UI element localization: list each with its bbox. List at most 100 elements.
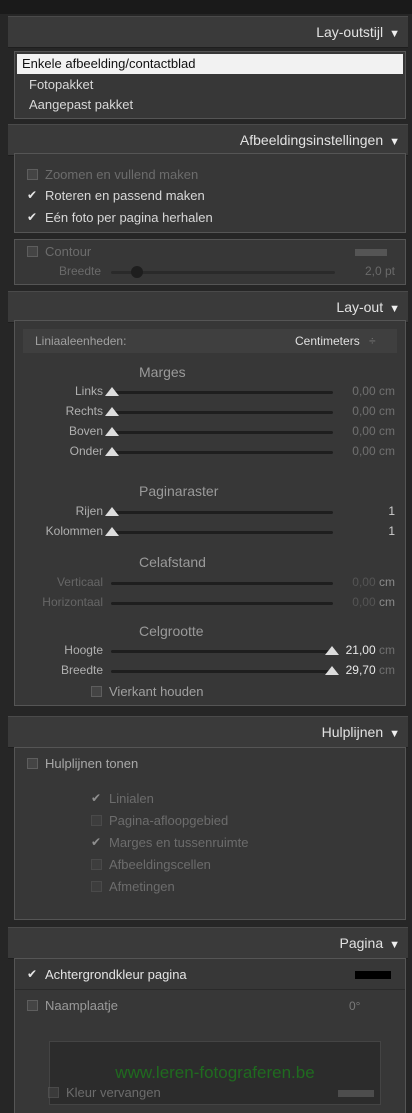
size-title: Celgrootte [139, 623, 204, 639]
spacing-horizontaal-slider[interactable] [111, 602, 333, 605]
guides-panel: Hulplijnen tonen Linialen Pagina-afloopg… [14, 747, 406, 920]
grid-rijen-slider-thumb[interactable] [105, 507, 119, 516]
layout-style-header[interactable]: Lay-outstijl ▼ [8, 16, 408, 48]
checkmark-icon[interactable] [91, 788, 102, 808]
guide-rulers-checkbox[interactable]: Linialen [91, 788, 154, 809]
spacing-verticaal-slider[interactable] [111, 582, 333, 585]
margin-boven-label: Boven [68, 424, 103, 438]
margin-links-slider-thumb[interactable] [105, 387, 119, 396]
identity-plate-checkbox[interactable]: Naamplaatje [27, 996, 118, 1016]
top-strip [0, 0, 412, 14]
layout-title: Lay-out [336, 299, 384, 315]
grid-kolommen-label: Kolommen [45, 524, 103, 538]
margin-boven-slider-thumb[interactable] [105, 427, 119, 436]
ruler-units-select[interactable]: Centimeters ÷ [295, 331, 376, 351]
layout-style-title: Lay-outstijl [316, 24, 384, 40]
checkmark-icon[interactable] [27, 964, 38, 984]
guide-dimensions-checkbox[interactable]: Afmetingen [91, 877, 175, 897]
identity-plate-text: www.leren-fotograferen.be [115, 1063, 315, 1082]
image-settings-title: Afbeeldingsinstellingen [239, 132, 384, 148]
size-hoogte-value[interactable]: 21,00 cm [337, 643, 395, 657]
checkmark-icon[interactable] [91, 832, 102, 852]
stroke-width-thumb[interactable] [131, 266, 143, 278]
checkmark-icon[interactable] [27, 207, 38, 227]
margin-rechts-slider[interactable] [111, 411, 333, 414]
spacing-title: Celafstand [139, 554, 206, 570]
background-color-checkbox[interactable]: Achtergrondkleur pagina [27, 964, 187, 985]
stroke-width-slider[interactable] [111, 271, 335, 274]
guides-header[interactable]: Hulplijnen ▼ [8, 716, 408, 748]
guide-margins-checkbox[interactable]: Marges en tussenruimte [91, 832, 248, 853]
checkmark-icon[interactable] [27, 185, 38, 205]
grid-rijen-value[interactable]: 1 [337, 504, 395, 518]
stroke-panel: Contour Breedte 2,0 pt [14, 239, 406, 285]
checkbox-icon[interactable] [91, 881, 102, 892]
margin-rechts-value[interactable]: 0,00 cm [337, 404, 395, 418]
collapse-triangle-icon[interactable]: ▼ [389, 19, 400, 49]
divider [15, 989, 405, 990]
layout-header[interactable]: Lay-out ▼ [8, 291, 408, 323]
guide-image-cells-checkbox[interactable]: Afbeeldingscellen [91, 855, 211, 875]
rotate-to-fit-checkbox[interactable]: Roteren en passend maken [27, 185, 205, 206]
checkbox-icon[interactable] [27, 246, 38, 257]
stroke-width-value: 2,0 pt [364, 264, 395, 278]
size-breedte-value[interactable]: 29,70 cm [337, 663, 395, 677]
margin-boven-slider[interactable] [111, 431, 333, 434]
image-settings-panel: Zoomen en vullend maken Roteren en passe… [14, 153, 406, 233]
grid-kolommen-value[interactable]: 1 [337, 524, 395, 538]
spacing-verticaal-value[interactable]: 0,00 cm [337, 575, 395, 589]
margin-links-label: Links [74, 384, 103, 398]
ruler-units-label: Liniaaleenheden: [35, 334, 127, 348]
margins-title: Marges [139, 364, 186, 380]
layout-panel: Liniaaleenheden: Centimeters ÷ Marges Li… [14, 320, 406, 706]
spacing-horizontaal-label: Horizontaal [42, 595, 103, 609]
background-color-swatch[interactable] [355, 971, 391, 979]
margin-onder-slider-thumb[interactable] [105, 447, 119, 456]
size-hoogte-label: Hoogte [64, 643, 103, 657]
grid-kolommen-slider[interactable] [111, 531, 333, 534]
guides-title: Hulplijnen [321, 724, 384, 740]
collapse-triangle-icon[interactable]: ▼ [389, 719, 400, 749]
collapse-triangle-icon[interactable]: ▼ [389, 930, 400, 960]
margin-rechts-label: Rechts [65, 404, 103, 418]
show-guides-checkbox[interactable]: Hulplijnen tonen [27, 754, 138, 774]
override-color-swatch[interactable] [338, 1090, 374, 1097]
updown-arrows-icon: ÷ [369, 334, 376, 348]
page-header[interactable]: Pagina ▼ [8, 927, 408, 959]
image-settings-header[interactable]: Afbeeldingsinstellingen ▼ [8, 124, 408, 156]
size-breedte-label: Breedte [60, 663, 103, 677]
grid-rijen-label: Rijen [75, 504, 103, 518]
spacing-horizontaal-value[interactable]: 0,00 cm [337, 595, 395, 609]
size-hoogte-slider[interactable] [111, 650, 333, 653]
zoom-to-fill-checkbox[interactable]: Zoomen en vullend maken [27, 165, 198, 185]
stroke-color-swatch[interactable] [355, 249, 387, 256]
guide-bleed-checkbox[interactable]: Pagina-afloopgebied [91, 811, 228, 831]
margin-onder-slider[interactable] [111, 451, 333, 454]
keep-square-checkbox[interactable]: Vierkant houden [91, 682, 203, 702]
checkbox-icon[interactable] [91, 686, 102, 697]
stroke-checkbox[interactable]: Contour [27, 242, 91, 262]
repeat-one-photo-checkbox[interactable]: Eén foto per pagina herhalen [27, 207, 213, 228]
layout-option-single[interactable]: Enkele afbeelding/contactblad [17, 54, 403, 74]
override-color-checkbox[interactable]: Kleur vervangen [48, 1083, 161, 1103]
checkbox-icon[interactable] [27, 169, 38, 180]
grid-rijen-slider[interactable] [111, 511, 333, 514]
page-title: Pagina [339, 935, 384, 951]
spacing-verticaal-label: Verticaal [56, 575, 103, 589]
checkbox-icon[interactable] [91, 859, 102, 870]
layout-option-custom-package[interactable]: Aangepast pakket [29, 95, 133, 115]
margin-onder-value[interactable]: 0,00 cm [337, 444, 395, 458]
layout-style-panel: Enkele afbeelding/contactblad Fotopakket… [14, 51, 406, 119]
margin-boven-value[interactable]: 0,00 cm [337, 424, 395, 438]
checkbox-icon[interactable] [27, 758, 38, 769]
margin-links-slider[interactable] [111, 391, 333, 394]
size-breedte-slider[interactable] [111, 670, 333, 673]
identity-plate-angle[interactable]: 0° [349, 996, 360, 1016]
layout-option-picture-package[interactable]: Fotopakket [29, 75, 93, 95]
margin-links-value[interactable]: 0,00 cm [337, 384, 395, 398]
checkbox-icon[interactable] [91, 815, 102, 826]
checkbox-icon[interactable] [48, 1087, 59, 1098]
margin-rechts-slider-thumb[interactable] [105, 407, 119, 416]
checkbox-icon[interactable] [27, 1000, 38, 1011]
grid-kolommen-slider-thumb[interactable] [105, 527, 119, 536]
